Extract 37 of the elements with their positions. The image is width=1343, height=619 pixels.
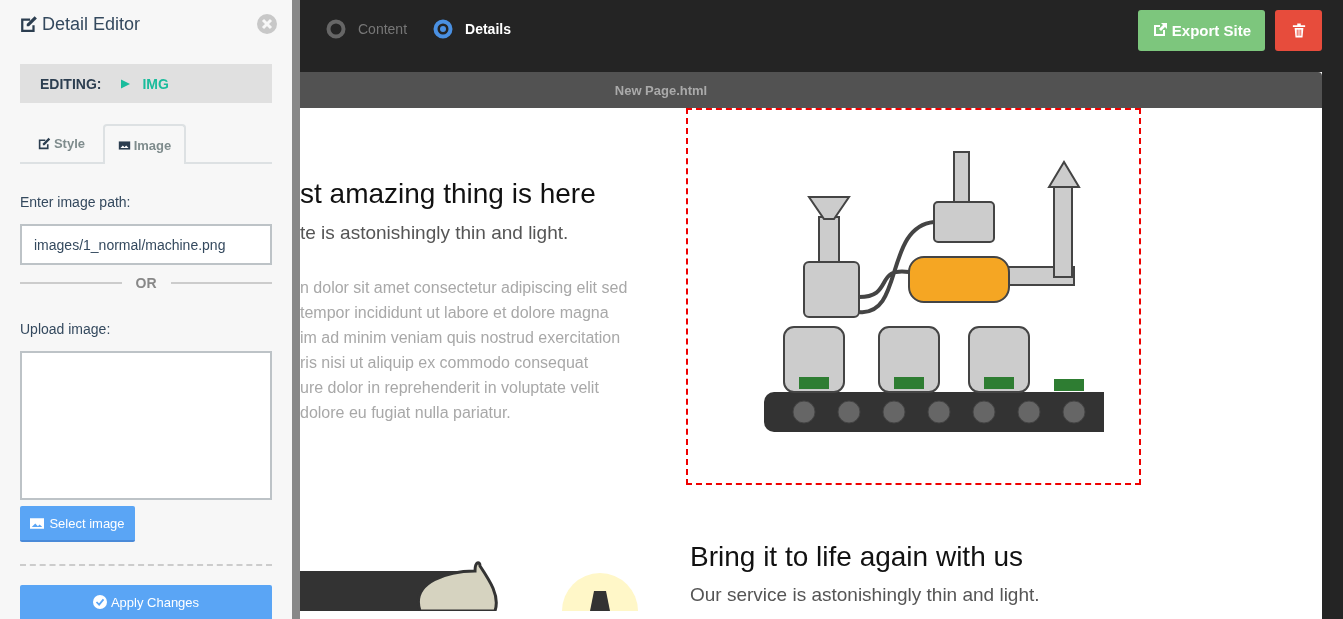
or-divider-label: OR: [135, 275, 157, 291]
apply-changes-button[interactable]: Apply Changes: [20, 585, 272, 619]
body-text-line: ris nisi ut aliquip ex commodo consequat: [300, 353, 590, 373]
panel-tab[interactable]: Style: [20, 124, 103, 162]
wizard-step[interactable]: Content: [326, 19, 408, 39]
image-icon: [30, 517, 45, 529]
body-text-line: tempor incididunt ut labore et dolore magna: [300, 303, 610, 323]
edit-icon: [20, 15, 38, 33]
image-path-label: Enter image path:: [20, 194, 132, 210]
image-icon: [117, 138, 131, 152]
step-ring-icon: [433, 19, 454, 39]
panel-tab[interactable]: Image: [103, 124, 186, 164]
wizard-step[interactable]: Details: [433, 19, 511, 39]
external-link-icon: [1151, 22, 1168, 38]
edit-icon: [37, 136, 51, 150]
step-ring-icon: [326, 19, 346, 39]
play-icon: [121, 78, 131, 89]
panel-title: Detail Editor: [42, 13, 141, 35]
body-text-line: ure dolor in reprehenderit in voluptate velit: [300, 378, 600, 398]
editing-element: IMG: [142, 75, 169, 92]
window-title: New Page.html: [614, 82, 708, 98]
trash-icon: [1291, 21, 1306, 39]
hero-heading: st amazing thing is here: [300, 177, 597, 211]
delete-button[interactable]: [1275, 9, 1322, 51]
section-subheading: Our service is astonishingly thin and light.: [690, 583, 1040, 607]
hero-subheading: te is astonishingly thin and light.: [300, 221, 570, 245]
editing-label: EDITING:: [40, 75, 102, 92]
check-circle-icon: [92, 595, 107, 609]
image-path-field[interactable]: images/1_normal/machine.png: [20, 224, 272, 265]
upload-image-label: Upload image:: [20, 321, 112, 337]
export-site-button[interactable]: Export Site: [1137, 9, 1265, 51]
select-image-button[interactable]: Select image: [20, 506, 135, 542]
body-text-line: dolore eu fugiat nulla pariatur.: [300, 403, 512, 423]
body-text-line: im ad minim veniam quis nostrud exercitation: [300, 328, 622, 348]
section-heading: Bring it to life again with us: [690, 540, 1025, 574]
selected-image-outline[interactable]: [686, 108, 1141, 485]
body-text-line: n dolor sit amet consectetur adipiscing elit sed: [300, 278, 629, 298]
